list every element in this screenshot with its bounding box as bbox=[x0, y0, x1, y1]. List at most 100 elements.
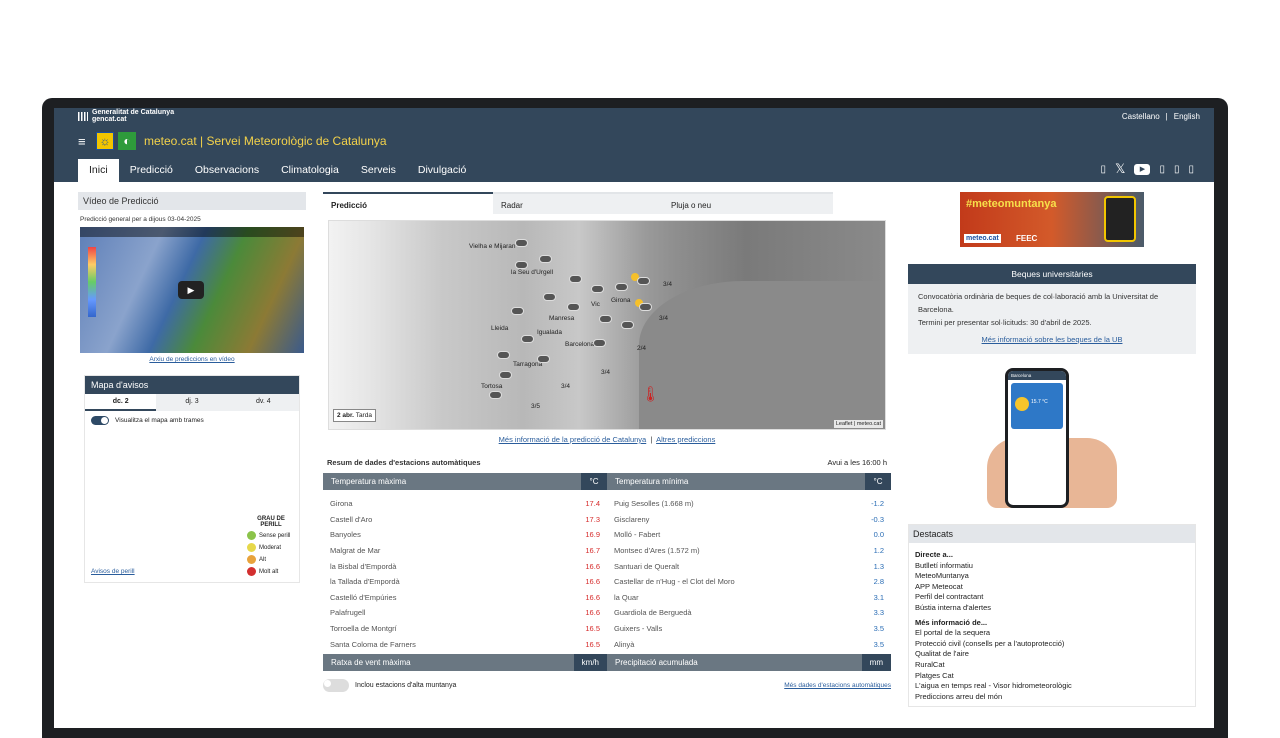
lang-castellano[interactable]: Castellano bbox=[1122, 112, 1160, 121]
more-stations-link[interactable]: Més dades d'estacions automàtiques bbox=[784, 682, 891, 689]
hatch-toggle[interactable] bbox=[91, 416, 109, 425]
station-name: Alinyà bbox=[614, 639, 635, 649]
nav-observacions[interactable]: Observacions bbox=[184, 159, 270, 182]
destacats-link[interactable]: Protecció civil (consells per a l'autopr… bbox=[915, 639, 1189, 650]
other-forecasts-link[interactable]: Altres prediccions bbox=[656, 435, 715, 444]
table-row[interactable]: la Tallada d'Empordà 16.6 bbox=[323, 574, 607, 590]
table-row[interactable]: Torroella de Montgrí 16.5 bbox=[323, 621, 607, 637]
high-mountain-label: Inclou estacions d'alta muntanya bbox=[355, 681, 457, 689]
gencat-logo[interactable]: Generalitat de Catalunya gencat.cat bbox=[78, 109, 174, 123]
tab-pluja-neu[interactable]: Pluja o neu bbox=[663, 192, 833, 214]
meteocat-logo-icon[interactable]: ◐ bbox=[118, 132, 136, 150]
map-attribution[interactable]: Leaflet | meteo.cat bbox=[833, 420, 883, 428]
table-row[interactable]: Santuari de Queralt 1.3 bbox=[607, 558, 891, 574]
table-row[interactable]: Palafrugell 16.6 bbox=[323, 605, 607, 621]
table-row[interactable]: Guixers - Valls 3.5 bbox=[607, 621, 891, 637]
nav-serveis[interactable]: Serveis bbox=[350, 159, 407, 182]
more-forecast-link[interactable]: Més informació de la predicció de Catalu… bbox=[499, 435, 647, 444]
rss-icon[interactable]: ▯ bbox=[1188, 164, 1194, 175]
map-date-box[interactable]: 2 abr. Tarda bbox=[333, 409, 376, 422]
table-row[interactable]: Banyoles 16.9 bbox=[323, 527, 607, 543]
high-mountain-toggle[interactable] bbox=[323, 678, 349, 692]
legend-label: Moderat bbox=[259, 544, 282, 551]
forecast-map[interactable]: Vielha e Mijaran la Seu d'Urgell Girona … bbox=[328, 220, 886, 430]
summary-title: Resum de dades d'estacions automàtiques bbox=[327, 458, 481, 467]
cloud-icon bbox=[497, 351, 510, 359]
table-row[interactable]: Castelló d'Empúries 16.6 bbox=[323, 590, 607, 606]
app-promo[interactable]: Barcelona 15.7 °C bbox=[987, 368, 1117, 508]
destacats-link[interactable]: Prediccions arreu del món bbox=[915, 692, 1189, 703]
rain-title: Precipitació acumulada bbox=[615, 657, 698, 667]
table-row[interactable]: Castellar de n'Hug - el Clot del Moro 2.8 bbox=[607, 574, 891, 590]
nav-inici[interactable]: Inici bbox=[78, 159, 119, 182]
warn-tab-dj3[interactable]: dj. 3 bbox=[156, 394, 227, 411]
destacats-link[interactable]: El portal de la sequera bbox=[915, 628, 1189, 639]
beques-link[interactable]: Més informació sobre les beques de la UB bbox=[918, 333, 1186, 346]
destacats-link[interactable]: L'aigua en temps real - Visor hidrometeo… bbox=[915, 681, 1189, 692]
site-title[interactable]: meteo.cat | Servei Meteorològic de Catal… bbox=[144, 134, 387, 148]
language-switcher: Castellano | English bbox=[1122, 112, 1200, 121]
station-name: Castelló d'Empúries bbox=[330, 592, 397, 602]
map-city: Vielha e Mijaran bbox=[469, 243, 516, 250]
destacats-link[interactable]: Platges Cat bbox=[915, 671, 1189, 682]
meteomuntanya-banner[interactable]: #meteomuntanya meteo.cat FEEC bbox=[960, 192, 1144, 247]
forecast-video[interactable]: ▶ bbox=[80, 227, 304, 353]
legend-label: Sense perill bbox=[259, 532, 291, 539]
min-temp-header[interactable]: Temperatura mínima °C bbox=[607, 473, 891, 490]
station-name: Montsec d'Ares (1.572 m) bbox=[614, 546, 700, 556]
table-row[interactable]: Montsec d'Ares (1.572 m) 1.2 bbox=[607, 543, 891, 559]
youtube-icon[interactable]: ▶ bbox=[1134, 163, 1151, 175]
facebook-icon[interactable]: ▯ bbox=[1100, 164, 1106, 175]
min-temp-title: Temperatura mínima bbox=[615, 477, 689, 486]
table-row[interactable]: Puig Sesolles (1.668 m) -1.2 bbox=[607, 496, 891, 512]
destacats-link[interactable]: MeteoMuntanya bbox=[915, 571, 1189, 582]
tab-radar[interactable]: Radar bbox=[493, 192, 663, 214]
destacats-link[interactable]: Perfil del contractant bbox=[915, 592, 1189, 603]
lang-english[interactable]: English bbox=[1174, 112, 1200, 121]
table-row[interactable]: Gisclareny -0.3 bbox=[607, 512, 891, 528]
hamburger-icon[interactable]: ≡ bbox=[78, 134, 92, 149]
cloud-icon bbox=[639, 303, 652, 311]
table-row[interactable]: la Bisbal d'Empordà 16.6 bbox=[323, 558, 607, 574]
max-temp-header[interactable]: Temperatura màxima °C bbox=[323, 473, 607, 490]
warnings-link[interactable]: Avisos de perill bbox=[91, 568, 135, 575]
sun-logo-icon[interactable]: ☼ bbox=[96, 132, 114, 150]
instagram-icon[interactable]: ▯ bbox=[1159, 164, 1165, 175]
table-row[interactable]: Malgrat de Mar 16.7 bbox=[323, 543, 607, 559]
destacats-link[interactable]: APP Meteocat bbox=[915, 582, 1189, 593]
linkedin-icon[interactable]: ▯ bbox=[1174, 164, 1180, 175]
destacats-link[interactable]: Butlletí informatiu bbox=[915, 561, 1189, 572]
nav-divulgacio[interactable]: Divulgació bbox=[407, 159, 477, 182]
video-archive-link[interactable]: Arxiu de prediccions en vídeo bbox=[78, 356, 306, 363]
table-row[interactable]: Santa Coloma de Farners 16.5 bbox=[323, 636, 607, 652]
x-icon[interactable]: 𝕏 bbox=[1115, 161, 1125, 177]
cloud-icon bbox=[515, 239, 528, 247]
table-row[interactable]: Alinyà 3.5 bbox=[607, 636, 891, 652]
map-period: Tarda bbox=[355, 412, 372, 419]
destacats-link[interactable]: RuralCat bbox=[915, 660, 1189, 671]
table-row[interactable]: Girona 17.4 bbox=[323, 496, 607, 512]
nav-climatologia[interactable]: Climatologia bbox=[270, 159, 350, 182]
rain-header[interactable]: Precipitació acumulada mm bbox=[607, 653, 891, 671]
table-row[interactable]: Castell d'Aro 17.3 bbox=[323, 512, 607, 528]
legend-label: Alt bbox=[259, 556, 267, 563]
max-temp-table: Temperatura màxima °C Girona 17.4 Castell … bbox=[323, 473, 607, 671]
table-row[interactable]: Molló - Fabert 0.0 bbox=[607, 527, 891, 543]
destacats-link[interactable]: Qualitat de l'aire bbox=[915, 649, 1189, 660]
legend-item: Molt alt bbox=[247, 567, 295, 576]
legend-dot-icon bbox=[247, 567, 256, 576]
nav-prediccio[interactable]: Predicció bbox=[119, 159, 184, 182]
destacats-link[interactable]: Bústia interna d'alertes bbox=[915, 603, 1189, 614]
table-row[interactable]: Guardiola de Berguedà 3.3 bbox=[607, 605, 891, 621]
station-name: la Bisbal d'Empordà bbox=[330, 561, 397, 571]
warn-tab-dc2[interactable]: dc. 2 bbox=[85, 394, 157, 411]
tab-prediccio[interactable]: Predicció bbox=[323, 192, 493, 214]
table-row[interactable]: la Quar 3.1 bbox=[607, 590, 891, 606]
warn-tab-dv4[interactable]: dv. 4 bbox=[228, 394, 299, 411]
station-name: Banyoles bbox=[330, 530, 361, 540]
wind-header[interactable]: Ratxa de vent màxima km/h bbox=[323, 653, 607, 671]
play-icon[interactable]: ▶ bbox=[178, 281, 204, 299]
legend-dot-icon bbox=[247, 543, 256, 552]
legend-dot-icon bbox=[247, 555, 256, 564]
wave-label: 3/4 bbox=[601, 369, 611, 376]
